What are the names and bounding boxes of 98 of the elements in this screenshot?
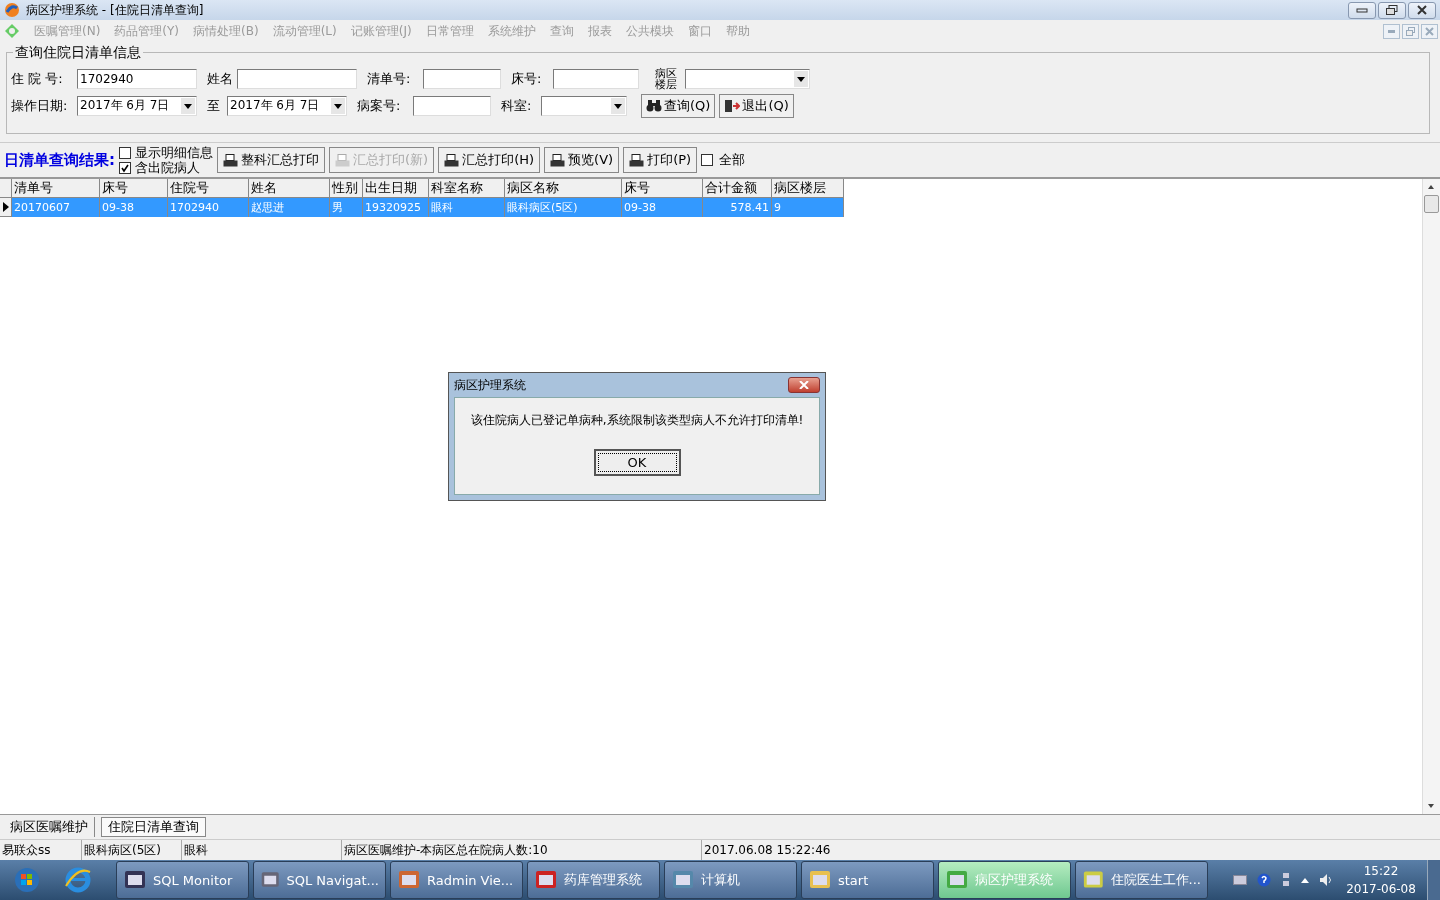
table-cell: 男: [330, 198, 363, 217]
checkbox[interactable]: [701, 154, 714, 166]
column-header[interactable]: 性别: [330, 179, 363, 198]
field-label: 科室:: [501, 96, 533, 115]
table-cell: 眼科病区(5区): [505, 198, 622, 217]
text-field[interactable]: [413, 95, 491, 116]
printer-icon: [444, 153, 460, 167]
dialog-message: 该住院病人已登记单病种,系统限制该类型病人不允许打印清单!: [470, 412, 804, 429]
taskbar-button[interactable]: SQL Monitor: [116, 861, 249, 899]
print-button[interactable]: 汇总打印(H): [438, 147, 541, 173]
text-field[interactable]: [237, 68, 357, 89]
dialog-title: 病区护理系统: [454, 376, 526, 394]
vertical-scrollbar[interactable]: [1422, 179, 1440, 814]
checkbox-label: 显示明细信息: [135, 145, 213, 160]
column-header[interactable]: 科室名称: [429, 179, 505, 198]
table-cell: 09-38: [622, 198, 703, 217]
print-button[interactable]: 预览(V): [544, 147, 620, 173]
taskbar-button[interactable]: 住院医生工作...: [1075, 861, 1208, 899]
table-cell: 眼科: [429, 198, 505, 217]
table-cell: 19320925: [363, 198, 429, 217]
chevron-up-icon: [1301, 877, 1309, 883]
text-field[interactable]: 1702940: [77, 68, 197, 89]
clock-time: 15:22: [1363, 863, 1399, 880]
browser-e-icon[interactable]: [64, 866, 92, 894]
restore-icon: [1406, 26, 1415, 36]
checkbox[interactable]: [119, 161, 131, 174]
table-cell: 578.41: [703, 198, 772, 217]
window-title: 病区护理系统 - [住院日清单查询]: [26, 1, 204, 19]
show-desktop-button[interactable]: [1427, 860, 1440, 900]
query-button[interactable]: 查询(Q): [641, 93, 716, 118]
field-label: 病区楼层: [655, 67, 678, 90]
close-icon: [799, 381, 809, 389]
restore-icon: [1386, 5, 1398, 15]
exit-door-icon: [724, 98, 741, 113]
column-header[interactable]: 清单号: [12, 179, 100, 198]
column-header[interactable]: 合计金额: [703, 179, 772, 198]
window-tab[interactable]: 住院日清单查询: [101, 817, 206, 837]
current-row-icon: [2, 202, 9, 212]
column-header[interactable]: 住院号: [168, 179, 249, 198]
speaker-icon: [1319, 873, 1333, 887]
table-cell: 20170607: [12, 198, 100, 217]
dialog-close-button[interactable]: [788, 377, 820, 393]
taskbar-button[interactable]: start: [801, 861, 934, 899]
table-cell: 9: [772, 198, 844, 217]
binoculars-icon: [646, 99, 662, 112]
field-label: 操作日期:: [11, 96, 69, 115]
checkbox-label: 全部: [719, 151, 746, 169]
print-button[interactable]: 整科汇总打印: [217, 147, 325, 173]
column-header[interactable]: 病区名称: [505, 179, 622, 198]
close-icon: [1416, 5, 1428, 15]
text-field[interactable]: [553, 68, 639, 89]
printer-icon: [335, 153, 350, 167]
dropdown-field[interactable]: [541, 95, 627, 116]
close-icon: [1425, 26, 1434, 36]
clock-date: 2017-06-08: [1346, 881, 1416, 898]
checkbox-label: 含出院病人: [135, 160, 200, 175]
column-header[interactable]: 出生日期: [363, 179, 429, 198]
row-indicator-header: [0, 179, 12, 198]
minimize-icon: [1388, 29, 1395, 33]
column-header[interactable]: 床号: [100, 179, 168, 198]
text-field[interactable]: [423, 68, 501, 89]
close-button[interactable]: [1408, 1, 1436, 19]
taskbar-button[interactable]: SQL Navigat...: [253, 861, 386, 899]
column-header[interactable]: 姓名: [249, 179, 330, 198]
table-cell: 1702940: [168, 198, 249, 217]
field-label: 病案号:: [357, 96, 402, 115]
ok-button[interactable]: OK: [593, 449, 681, 476]
group-title: 查询住院日清单信息: [13, 44, 143, 62]
field-label: 住 院 号:: [11, 69, 64, 88]
query-button[interactable]: 退出(Q): [719, 93, 794, 118]
dropdown-field[interactable]: 2017年 6月 7日: [77, 95, 197, 116]
taskbar-button[interactable]: 计算机: [664, 861, 797, 899]
printer-icon: [550, 153, 566, 167]
status-cell-text: 2017.06.08 15:22:46: [703, 842, 832, 859]
dropdown-field[interactable]: [685, 68, 811, 89]
field-label: 床号:: [511, 69, 543, 88]
field-label: 至: [207, 96, 221, 115]
print-button[interactable]: 打印(P): [623, 147, 698, 173]
taskbar-button[interactable]: Radmin Vie...: [390, 861, 523, 899]
checkbox[interactable]: [119, 146, 131, 159]
field-label: 清单号:: [367, 69, 412, 88]
table-cell: 赵思进: [249, 198, 330, 217]
scroll-thumb[interactable]: [1424, 195, 1439, 213]
printer-icon: [223, 153, 238, 167]
windows-logo-icon: [14, 867, 40, 893]
help-icon: [1257, 873, 1271, 887]
field-label: 姓名: [207, 69, 234, 88]
results-label: 日清单查询结果:: [4, 150, 115, 170]
column-header[interactable]: 床号: [622, 179, 703, 198]
column-header[interactable]: 病区楼层: [772, 179, 844, 198]
minimize-icon: [1356, 6, 1368, 14]
restore-button[interactable]: [1378, 1, 1406, 19]
diamond-icon: [4, 23, 20, 39]
printer-icon: [629, 153, 645, 167]
dropdown-field[interactable]: 2017年 6月 7日: [227, 95, 347, 116]
taskbar-button[interactable]: 药库管理系统: [527, 861, 660, 899]
table-cell: 09-38: [100, 198, 168, 217]
app-logo-icon: [4, 2, 20, 18]
